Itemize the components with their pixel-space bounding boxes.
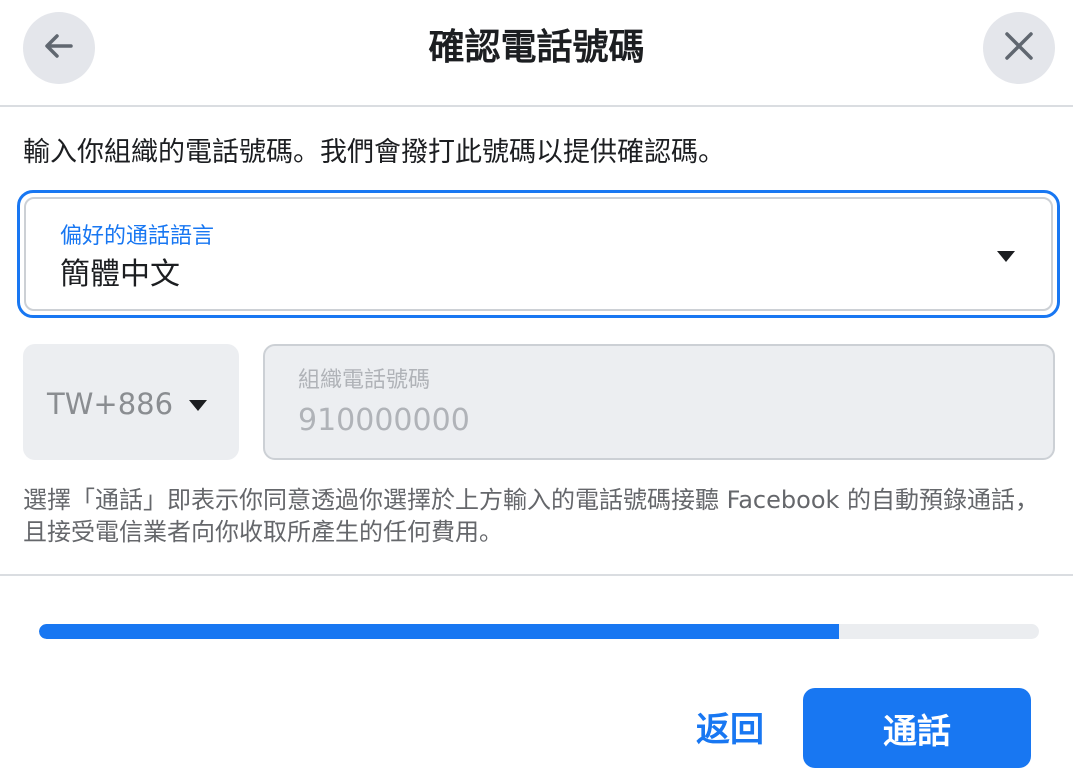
call-language-select-box[interactable]: 偏好的通話語言 簡體中文 <box>24 197 1053 311</box>
back-link-button[interactable]: 返回 <box>680 700 780 760</box>
phone-number-label: 組織電話號碼 <box>298 368 431 393</box>
close-button[interactable] <box>983 12 1055 84</box>
progress-bar <box>39 624 1039 639</box>
disclaimer-text: 選擇「通話」即表示你同意透過你選擇於上方輸入的電話號碼接聽 Facebook 的… <box>23 486 1040 546</box>
caret-down-icon <box>189 400 207 411</box>
phone-number-field[interactable]: 組織電話號碼 <box>263 344 1055 460</box>
call-language-value: 簡體中文 <box>60 257 180 292</box>
call-button[interactable]: 通話 <box>803 688 1031 768</box>
country-code-select[interactable]: TW+886 <box>23 344 239 460</box>
call-language-select[interactable]: 偏好的通話語言 簡體中文 <box>17 190 1060 318</box>
country-code-value: TW+886 <box>47 387 174 421</box>
call-language-label: 偏好的通話語言 <box>60 224 215 249</box>
confirm-phone-dialog: 確認電話號碼 輸入你組織的電話號碼。我們會撥打此號碼以提供確認碼。 偏好的通話語… <box>0 0 1073 773</box>
phone-number-input[interactable] <box>298 398 998 442</box>
footer-divider <box>0 574 1073 576</box>
instruction-text: 輸入你組織的電話號碼。我們會撥打此號碼以提供確認碼。 <box>23 137 725 168</box>
dialog-title: 確認電話號碼 <box>428 27 645 68</box>
dialog-header: 確認電話號碼 <box>0 0 1073 107</box>
close-icon <box>1002 29 1036 67</box>
caret-down-icon <box>997 251 1015 262</box>
progress-fill <box>39 624 839 639</box>
